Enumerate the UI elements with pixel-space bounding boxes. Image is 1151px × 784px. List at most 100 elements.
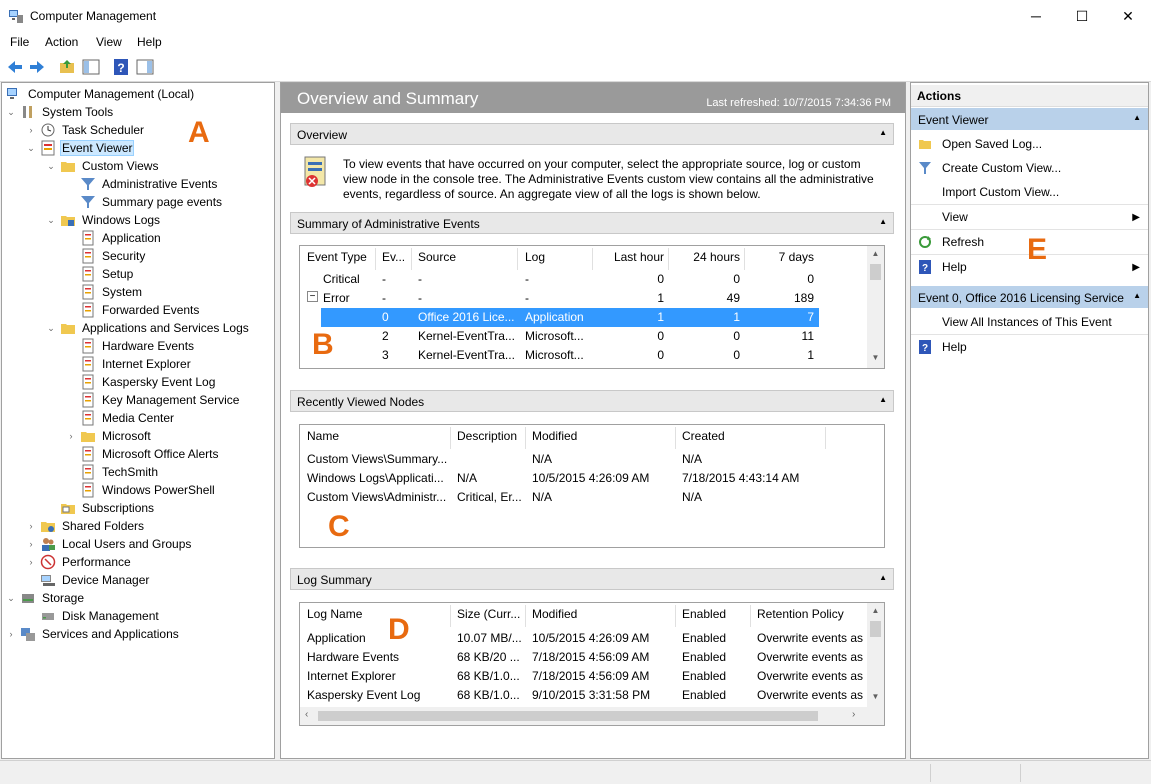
- scroll-thumb[interactable]: [318, 711, 818, 721]
- column-header[interactable]: Last hour: [600, 250, 664, 270]
- collapse-arrow-icon[interactable]: ⌄: [46, 323, 56, 334]
- menu-view[interactable]: View: [96, 35, 122, 49]
- collapse-caret-icon[interactable]: ▲: [879, 217, 887, 226]
- menu-file[interactable]: File: [10, 35, 29, 49]
- tree-item-performance[interactable]: › Performance: [26, 553, 133, 571]
- tree-item-microsoft-office-alerts[interactable]: Microsoft Office Alerts: [80, 445, 220, 463]
- tree-item-subscriptions[interactable]: Subscriptions: [60, 499, 156, 517]
- summary-section-header[interactable]: Summary of Administrative Events ▲: [290, 212, 894, 234]
- log-summary-horizontal-scrollbar[interactable]: ‹ ›: [300, 707, 884, 725]
- collapse-arrow-icon[interactable]: ⌄: [46, 161, 56, 172]
- log-summary-section-header[interactable]: Log Summary ▲: [290, 568, 894, 590]
- tree-item-computer-management[interactable]: Computer Management (Local): [6, 85, 196, 103]
- tree-item-security[interactable]: Security: [80, 247, 147, 265]
- expand-arrow-icon[interactable]: ›: [26, 125, 36, 135]
- tree-item-shared-folders[interactable]: › Shared Folders: [26, 517, 146, 535]
- tree-item-summary-page-events[interactable]: Summary page events: [80, 193, 224, 211]
- tree-item-event-viewer[interactable]: ⌄ Event Viewer: [26, 139, 135, 157]
- collapse-arrow-icon[interactable]: ⌄: [46, 215, 56, 226]
- scroll-left-icon[interactable]: ‹: [305, 709, 308, 720]
- maximize-button[interactable]: ☐: [1059, 0, 1105, 32]
- column-header[interactable]: Log: [525, 250, 545, 270]
- tree-item-application[interactable]: Application: [80, 229, 163, 247]
- tree-item-disk-management[interactable]: Disk Management: [40, 607, 161, 625]
- collapse-caret-icon[interactable]: ▲: [879, 395, 887, 404]
- column-header[interactable]: Enabled: [682, 607, 726, 627]
- column-header[interactable]: Modified: [532, 607, 577, 627]
- recent-section-header[interactable]: Recently Viewed Nodes ▲: [290, 390, 894, 412]
- column-header[interactable]: Size (Curr...: [457, 607, 520, 627]
- back-arrow-icon[interactable]: [6, 58, 24, 76]
- action-view-all-instances[interactable]: View All Instances of This Event: [911, 310, 1148, 334]
- tree-item-media-center[interactable]: Media Center: [80, 409, 176, 427]
- show-hide-tree-icon[interactable]: [82, 58, 100, 76]
- column-header[interactable]: 7 days: [750, 250, 814, 270]
- expand-arrow-icon[interactable]: ›: [26, 539, 36, 549]
- collapse-arrow-icon[interactable]: ⌄: [6, 107, 16, 118]
- tree-item-task-scheduler[interactable]: › Task Scheduler: [26, 121, 146, 139]
- minimize-button[interactable]: ─: [1013, 0, 1059, 32]
- tree-item-key-management-service[interactable]: Key Management Service: [80, 391, 241, 409]
- tree-item-setup[interactable]: Setup: [80, 265, 135, 283]
- tree-item-hardware-events[interactable]: Hardware Events: [80, 337, 196, 355]
- tree-item-techsmith[interactable]: TechSmith: [80, 463, 160, 481]
- log-summary-vertical-scrollbar[interactable]: ▲ ▼: [867, 603, 884, 707]
- expand-arrow-icon[interactable]: ›: [66, 431, 76, 441]
- column-header[interactable]: Retention Policy: [757, 607, 844, 627]
- scroll-thumb[interactable]: [870, 264, 881, 280]
- scroll-down-icon[interactable]: ▼: [867, 692, 884, 701]
- tree-item-device-manager[interactable]: Device Manager: [40, 571, 151, 589]
- collapse-arrow-icon[interactable]: ⌄: [6, 593, 16, 604]
- column-header[interactable]: Created: [682, 429, 725, 449]
- collapse-arrow-icon[interactable]: ⌄: [26, 143, 36, 154]
- column-header[interactable]: Event Type: [307, 250, 367, 270]
- menu-help[interactable]: Help: [137, 35, 162, 49]
- tree-item-forwarded-events[interactable]: Forwarded Events: [80, 301, 201, 319]
- tree-item-kaspersky-event-log[interactable]: Kaspersky Event Log: [80, 373, 217, 391]
- overview-section-header[interactable]: Overview ▲: [290, 123, 894, 145]
- collapse-caret-icon[interactable]: ▲: [1133, 113, 1141, 122]
- action-import-custom-view[interactable]: Import Custom View...: [911, 180, 1148, 204]
- up-folder-icon[interactable]: [58, 58, 76, 76]
- action-create-custom-view[interactable]: Create Custom View...: [911, 156, 1148, 180]
- help-icon[interactable]: ?: [112, 58, 130, 76]
- summary-vertical-scrollbar[interactable]: ▲ ▼: [867, 246, 884, 368]
- close-button[interactable]: ✕: [1105, 0, 1151, 32]
- scroll-right-icon[interactable]: ›: [852, 709, 855, 720]
- actions-group-event-viewer[interactable]: Event Viewer ▲: [911, 108, 1148, 130]
- column-header[interactable]: 24 hours: [674, 250, 740, 270]
- column-header[interactable]: Ev...: [382, 250, 405, 270]
- column-header[interactable]: Source: [418, 250, 456, 270]
- collapse-caret-icon[interactable]: ▲: [1133, 291, 1141, 300]
- column-header[interactable]: Log Name: [307, 607, 362, 627]
- action-help-event[interactable]: ? Help: [911, 335, 1148, 359]
- tree-item-windows-powershell[interactable]: Windows PowerShell: [80, 481, 217, 499]
- tree-item-services-and-applications[interactable]: › Services and Applications: [6, 625, 181, 643]
- tree-item-custom-views[interactable]: ⌄ Custom Views: [46, 157, 160, 175]
- column-header[interactable]: Modified: [532, 429, 577, 449]
- show-hide-action-pane-icon[interactable]: [136, 58, 154, 76]
- tree-item-administrative-events[interactable]: Administrative Events: [80, 175, 219, 193]
- tree-item-system-tools[interactable]: ⌄ System Tools: [6, 103, 115, 121]
- forward-arrow-icon[interactable]: [28, 58, 46, 76]
- tree-item-applications-and-services-logs[interactable]: ⌄ Applications and Services Logs: [46, 319, 251, 337]
- scroll-up-icon[interactable]: ▲: [867, 249, 884, 258]
- scroll-down-icon[interactable]: ▼: [867, 353, 884, 362]
- collapse-caret-icon[interactable]: ▲: [879, 573, 887, 582]
- expand-arrow-icon[interactable]: ›: [6, 629, 16, 639]
- tree-item-internet-explorer[interactable]: Internet Explorer: [80, 355, 193, 373]
- menu-action[interactable]: Action: [45, 35, 78, 49]
- column-header[interactable]: Name: [307, 429, 339, 449]
- actions-group-event[interactable]: Event 0, Office 2016 Licensing Service ▲: [911, 286, 1148, 308]
- tree-item-storage[interactable]: ⌄ Storage: [6, 589, 86, 607]
- scroll-up-icon[interactable]: ▲: [867, 606, 884, 615]
- expand-arrow-icon[interactable]: ›: [26, 521, 36, 531]
- tree-item-local-users-and-groups[interactable]: › Local Users and Groups: [26, 535, 193, 553]
- selected-table-row[interactable]: 0 Office 2016 Lice... Application 1 1 7: [321, 308, 819, 327]
- collapse-caret-icon[interactable]: ▲: [879, 128, 887, 137]
- tree-item-windows-logs[interactable]: ⌄ Windows Logs: [46, 211, 162, 229]
- scroll-thumb[interactable]: [870, 621, 881, 637]
- tree-item-microsoft[interactable]: › Microsoft: [66, 427, 153, 445]
- column-header[interactable]: Description: [457, 429, 517, 449]
- action-view[interactable]: View ▶: [911, 205, 1148, 229]
